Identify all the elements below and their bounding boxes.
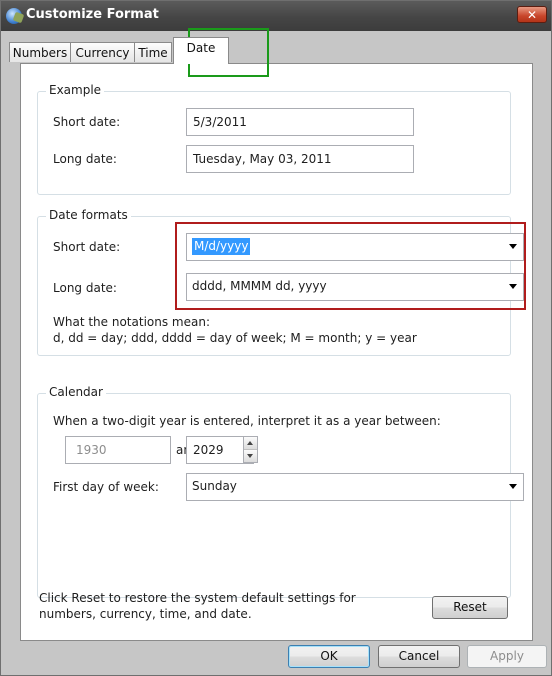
title-bar[interactable]: Customize Format ✕ bbox=[1, 1, 551, 31]
format-long-date-label: Long date: bbox=[53, 281, 117, 295]
window-title: Customize Format bbox=[26, 7, 159, 22]
chevron-down-icon[interactable] bbox=[509, 484, 517, 489]
notations-title: What the notations mean: bbox=[53, 315, 210, 329]
calendar-legend: Calendar bbox=[46, 385, 106, 399]
year-spinner[interactable] bbox=[243, 436, 258, 463]
date-tab-panel: Example Short date: 5/3/2011 Long date: … bbox=[20, 63, 533, 641]
tab-currency[interactable]: Currency bbox=[70, 42, 135, 62]
year-from-field: 1930 bbox=[65, 436, 171, 464]
spin-down-icon[interactable] bbox=[244, 450, 257, 462]
short-date-format-value[interactable]: M/d/yyyy bbox=[192, 238, 251, 255]
example-long-date-label: Long date: bbox=[53, 152, 117, 166]
tab-numbers[interactable]: Numbers bbox=[9, 42, 71, 62]
first-day-value[interactable]: Sunday bbox=[192, 478, 237, 495]
example-short-date-value: 5/3/2011 bbox=[186, 108, 414, 136]
date-formats-group: Date formats Short date: M/d/yyyy Long d… bbox=[37, 208, 524, 356]
cancel-button[interactable]: Cancel bbox=[378, 645, 460, 668]
close-button[interactable]: ✕ bbox=[517, 6, 547, 23]
short-date-format-combo[interactable]: M/d/yyyy bbox=[186, 233, 524, 261]
reset-button[interactable]: Reset bbox=[432, 596, 508, 619]
long-date-format-combo[interactable]: dddd, MMMM dd, yyyy bbox=[186, 273, 524, 301]
chevron-down-icon[interactable] bbox=[509, 244, 517, 249]
globe-icon bbox=[6, 8, 22, 24]
two-digit-year-text: When a two-digit year is entered, interp… bbox=[53, 414, 441, 428]
example-long-date-value: Tuesday, May 03, 2011 bbox=[186, 145, 414, 173]
example-legend: Example bbox=[46, 83, 105, 97]
notations-text: d, dd = day; ddd, dddd = day of week; M … bbox=[53, 331, 417, 345]
calendar-group: Calendar When a two-digit year is entere… bbox=[37, 385, 524, 598]
tab-date[interactable]: Date bbox=[173, 37, 229, 64]
ok-button[interactable]: OK bbox=[288, 645, 370, 668]
example-group: Example Short date: 5/3/2011 Long date: … bbox=[37, 83, 511, 195]
first-day-label: First day of week: bbox=[53, 480, 159, 494]
long-date-format-value[interactable]: dddd, MMMM dd, yyyy bbox=[192, 278, 327, 295]
date-formats-legend: Date formats bbox=[46, 208, 131, 222]
spin-up-icon[interactable] bbox=[244, 437, 257, 450]
reset-description: Click Reset to restore the system defaul… bbox=[39, 591, 356, 621]
customize-format-window: Customize Format ✕ Numbers Currency Time… bbox=[0, 0, 552, 676]
chevron-down-icon[interactable] bbox=[509, 284, 517, 289]
close-icon: ✕ bbox=[526, 8, 538, 22]
format-short-date-label: Short date: bbox=[53, 240, 121, 254]
example-short-date-label: Short date: bbox=[53, 115, 121, 129]
tab-time[interactable]: Time bbox=[134, 42, 172, 62]
apply-button: Apply bbox=[467, 645, 547, 668]
first-day-combo[interactable]: Sunday bbox=[186, 473, 524, 501]
